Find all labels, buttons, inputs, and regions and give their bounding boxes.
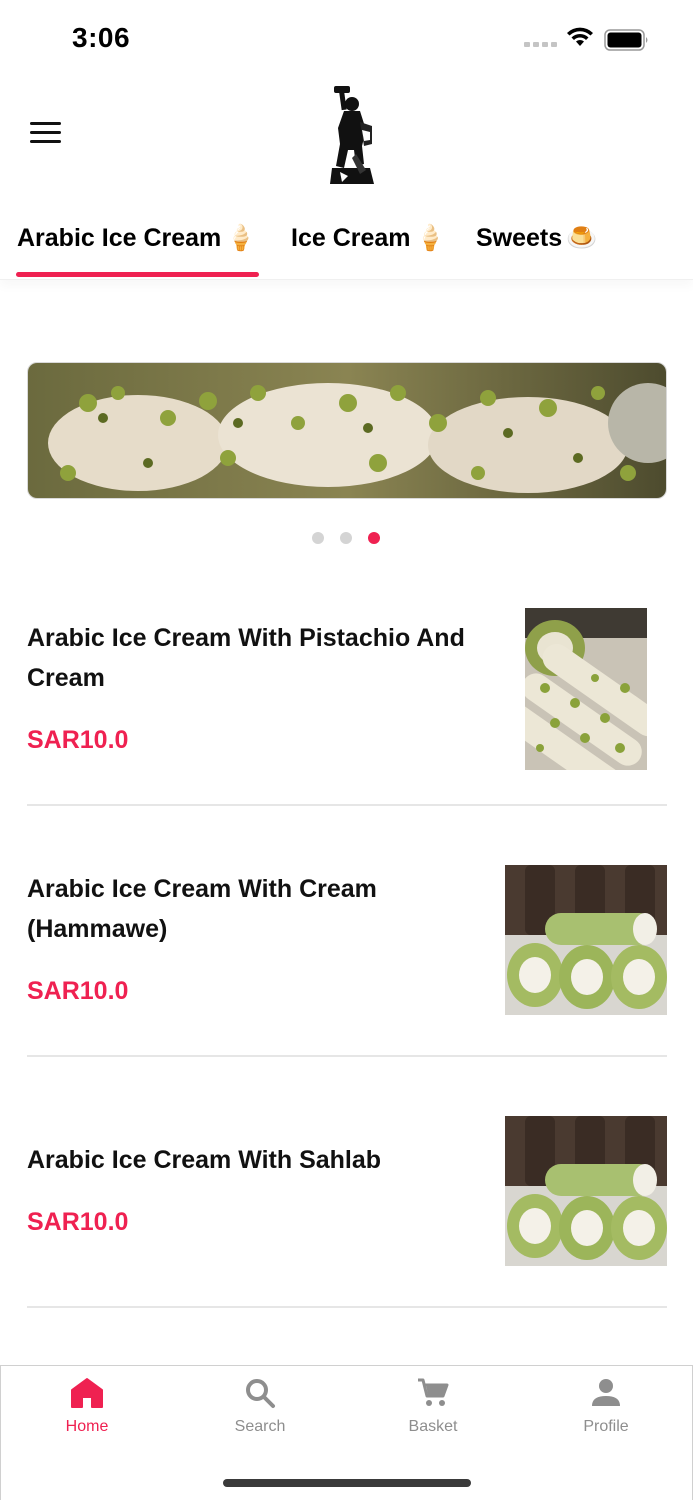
nav-basket[interactable]: Basket [373,1376,493,1456]
banner-pagination [312,532,380,544]
tab-sweets[interactable]: Sweets 🍮 [476,224,597,253]
wifi-icon [567,27,593,46]
search-icon [246,1379,275,1408]
nav-label: Home [65,1418,109,1435]
product-name: Arabic Ice Cream With Sahlab [27,1146,382,1174]
nav-home[interactable]: Home [27,1376,147,1456]
home-icon [71,1378,103,1408]
brand-logo [330,86,374,184]
product-price: SAR10.0 [27,977,129,1005]
cellular-signal-icon [524,42,557,47]
cart-icon [418,1378,449,1406]
product-item[interactable]: Arabic Ice Cream With Pistachio And Crea… [27,608,667,773]
product-name: Arabic Ice Cream With Pistachio And Crea… [27,624,465,692]
nav-label: Basket [408,1418,458,1435]
status-time: 3:06 [72,22,131,53]
category-tabs: Arabic Ice Cream 🍦 Ice Cream 🍦 Sweets 🍮 [0,210,693,280]
active-tab-indicator [16,272,259,277]
product-item[interactable]: Arabic Ice Cream With Cream (Hammawe) SA… [27,865,667,1017]
ice-cream-icon: 🍦 [414,224,446,252]
tab-arabic-ice-cream[interactable]: Arabic Ice Cream 🍦 [17,224,256,253]
hamburger-menu-icon[interactable] [28,122,64,152]
app-header [0,80,693,200]
pudding-icon: 🍮 [566,224,598,252]
product-price: SAR10.0 [27,726,129,754]
tab-label: Ice Cream [291,224,411,252]
ice-cream-icon: 🍦 [225,224,257,252]
person-icon [592,1379,620,1406]
nav-label: Search [234,1418,286,1435]
pagination-dot-active[interactable] [368,532,380,544]
status-bar: 3:06 [0,0,693,80]
tab-ice-cream[interactable]: Ice Cream 🍦 [291,224,446,253]
product-image [505,865,667,1015]
divider [27,804,667,806]
divider [27,1306,667,1308]
nav-search[interactable]: Search [200,1376,320,1456]
product-image [505,1116,667,1266]
tab-label: Arabic Ice Cream [17,224,222,252]
promo-banner[interactable] [27,362,667,499]
divider [27,1055,667,1057]
nav-label: Profile [583,1418,629,1435]
product-item[interactable]: Arabic Ice Cream With Sahlab SAR10.0 [27,1116,667,1268]
pagination-dot[interactable] [340,532,352,544]
pistachio-ice-cream-banner [28,363,666,498]
battery-icon [604,29,648,51]
product-price: SAR10.0 [27,1208,129,1236]
product-name: Arabic Ice Cream With Cream (Hammawe) [27,875,377,943]
pagination-dot[interactable] [312,532,324,544]
tab-label: Sweets [476,224,563,252]
product-image [525,608,647,770]
nav-profile[interactable]: Profile [546,1376,666,1456]
home-indicator[interactable] [223,1479,471,1487]
